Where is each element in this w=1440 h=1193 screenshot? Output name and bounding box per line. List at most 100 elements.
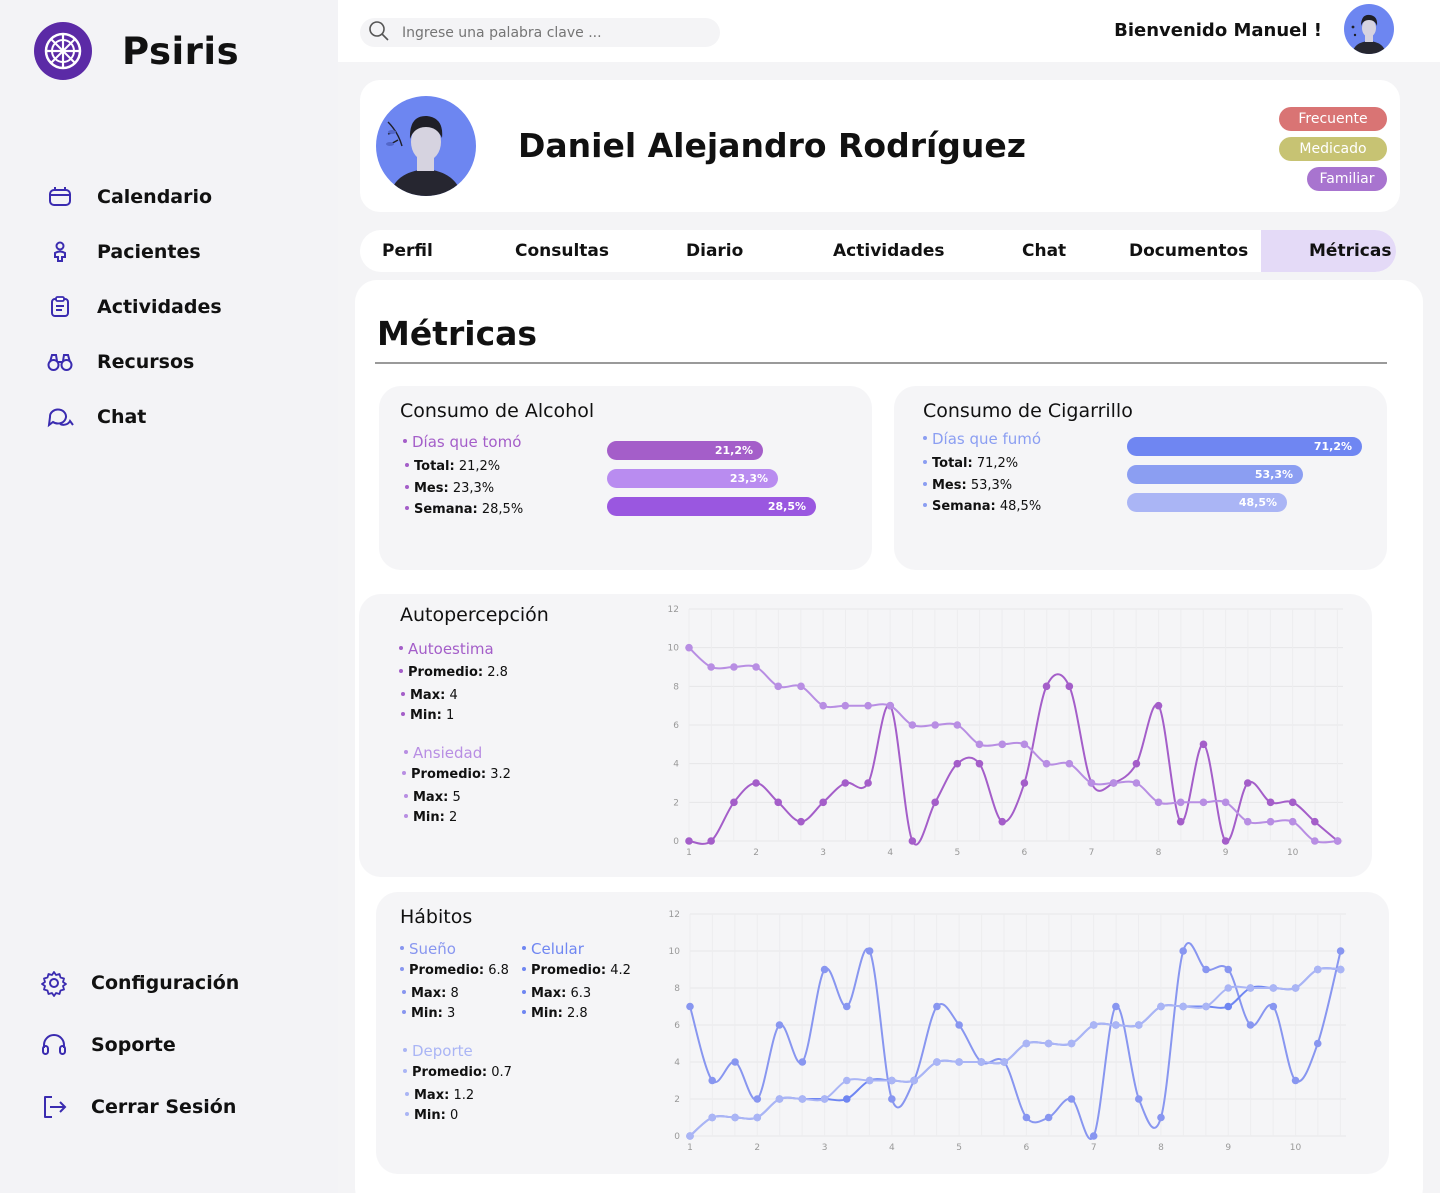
deporte-promedio: Promedio: 0.7: [403, 1065, 512, 1080]
gear-icon: [40, 969, 68, 997]
data-point-deporte: [1067, 1039, 1076, 1048]
cigarrillo-total: Total: 71,2%: [923, 456, 1018, 471]
data-point-sueño: [1269, 1002, 1278, 1011]
data-point-ansiedad: [1333, 837, 1342, 845]
search-input[interactable]: [402, 24, 702, 41]
tab-documentos[interactable]: Documentos: [1129, 230, 1248, 272]
data-point-deporte: [1089, 1021, 1098, 1029]
cigarrillo-semana: Semana: 48,5%: [923, 499, 1041, 514]
deporte-min: Min: 0: [405, 1108, 458, 1123]
sidebar-item-actividades[interactable]: Actividades: [46, 292, 222, 322]
data-point-sueño: [865, 947, 874, 955]
sidebar-item-chat[interactable]: Chat: [46, 402, 146, 432]
alcohol-total: Total: 21,2%: [405, 459, 500, 474]
data-point-autoestima: [1266, 798, 1275, 807]
sidebar-item-label: Calendario: [97, 186, 213, 208]
data-point-sueño: [753, 1095, 762, 1103]
app-logo[interactable]: Psiris: [34, 22, 239, 80]
data-point-ansiedad: [975, 740, 984, 749]
chat-icon: [46, 403, 74, 431]
brain-logo-icon: [34, 22, 92, 80]
data-point-sueño: [1134, 1095, 1143, 1103]
y-tick-label: 12: [669, 910, 680, 920]
data-point-autoestima: [1065, 682, 1074, 691]
data-point-deporte: [1224, 984, 1233, 992]
data-point-deporte: [753, 1113, 762, 1122]
autopercepcion-card: Autopercepción Autoestima Promedio: 2.8 …: [359, 594, 1372, 877]
user-avatar[interactable]: [1344, 4, 1394, 54]
ansiedad-max: Max: 5: [404, 790, 461, 805]
y-tick-label: 4: [673, 760, 679, 770]
data-point-deporte: [1336, 965, 1345, 974]
data-point-ansiedad: [1020, 740, 1029, 749]
data-point-autoestima: [953, 759, 962, 768]
sidebar-item-pacientes[interactable]: Pacientes: [46, 237, 201, 267]
y-tick-label: 6: [673, 721, 679, 731]
autoestima-promedio: Promedio: 2.8: [399, 665, 508, 680]
data-point-ansiedad: [1288, 817, 1297, 826]
search-bar[interactable]: [360, 18, 720, 47]
tab-perfil[interactable]: Perfil: [382, 230, 433, 272]
autopercepcion-title: Autopercepción: [400, 604, 549, 626]
x-tick-label: 5: [956, 1143, 962, 1153]
top-bar: Bienvenido Manuel !: [338, 0, 1440, 62]
page-title: Métricas: [377, 314, 538, 353]
data-point-deporte: [1291, 984, 1300, 992]
tab-consultas[interactable]: Consultas: [515, 230, 609, 272]
data-point-ansiedad: [774, 682, 783, 691]
data-point-ansiedad: [819, 701, 827, 710]
data-point-autoestima: [1132, 759, 1141, 768]
sueno-promedio: Promedio: 6.8: [400, 963, 509, 978]
data-point-deporte: [1313, 965, 1322, 974]
patient-profile-card: Daniel Alejandro Rodríguez Frecuente Med…: [360, 80, 1400, 212]
app-name: Psiris: [122, 29, 240, 73]
binoculars-icon: [46, 348, 74, 376]
cigarrillo-subtitle: Días que fumó: [923, 430, 1041, 448]
data-point-ansiedad: [1243, 817, 1252, 826]
y-tick-label: 10: [669, 947, 681, 957]
patient-tabs: Perfil Consultas Diario Actividades Chat…: [360, 230, 1396, 272]
sidebar-item-label: Cerrar Sesión: [91, 1096, 237, 1118]
data-point-sueño: [955, 1021, 963, 1029]
sidebar-item-configuracion[interactable]: Configuración: [40, 968, 239, 998]
x-tick-label: 9: [1225, 1143, 1231, 1153]
data-point-sueño: [1224, 965, 1233, 974]
data-point-deporte: [910, 1076, 918, 1085]
sidebar-item-label: Actividades: [97, 296, 222, 318]
data-point-autoestima: [774, 798, 783, 807]
data-point-ansiedad: [685, 643, 693, 652]
data-point-deporte: [1044, 1039, 1053, 1048]
data-point-deporte: [686, 1132, 694, 1140]
autoestima-label: Autoestima: [399, 640, 494, 658]
sidebar-item-soporte[interactable]: Soporte: [40, 1030, 176, 1060]
data-point-sueño: [731, 1058, 739, 1066]
tab-actividades[interactable]: Actividades: [833, 230, 945, 272]
tab-chat[interactable]: Chat: [1022, 230, 1066, 272]
data-point-deporte: [731, 1113, 739, 1122]
series-line-autoestima: [688, 673, 1339, 846]
alcohol-card: Consumo de Alcohol Días que tomó Total: …: [379, 386, 872, 570]
x-tick-label: 9: [1223, 848, 1229, 858]
tab-diario[interactable]: Diario: [686, 230, 743, 272]
y-tick-label: 2: [673, 798, 679, 808]
celular-max: Max: 6.3: [522, 986, 591, 1001]
autoestima-max: Max: 4: [401, 688, 458, 703]
bar-1: 53,3%: [1127, 465, 1303, 484]
sidebar-item-calendario[interactable]: Calendario: [46, 182, 212, 212]
alcohol-title: Consumo de Alcohol: [400, 400, 595, 422]
data-point-ansiedad: [1109, 779, 1118, 787]
deporte-max: Max: 1.2: [405, 1088, 474, 1103]
data-point-sueño: [1089, 1132, 1098, 1140]
data-point-ansiedad: [1065, 759, 1074, 768]
data-point-sueño: [1022, 1113, 1031, 1122]
search-icon: [368, 20, 390, 46]
celular-promedio: Promedio: 4.2: [522, 963, 631, 978]
sidebar-item-recursos[interactable]: Recursos: [46, 347, 194, 377]
data-point-autoestima: [707, 837, 715, 845]
y-tick-label: 4: [674, 1058, 680, 1068]
data-point-ansiedad: [1132, 779, 1141, 787]
sidebar-item-cerrar-sesion[interactable]: Cerrar Sesión: [40, 1092, 236, 1122]
data-point-sueño: [1336, 947, 1345, 955]
tab-metricas[interactable]: Métricas: [1261, 230, 1396, 272]
alcohol-semana: Semana: 28,5%: [405, 502, 523, 517]
